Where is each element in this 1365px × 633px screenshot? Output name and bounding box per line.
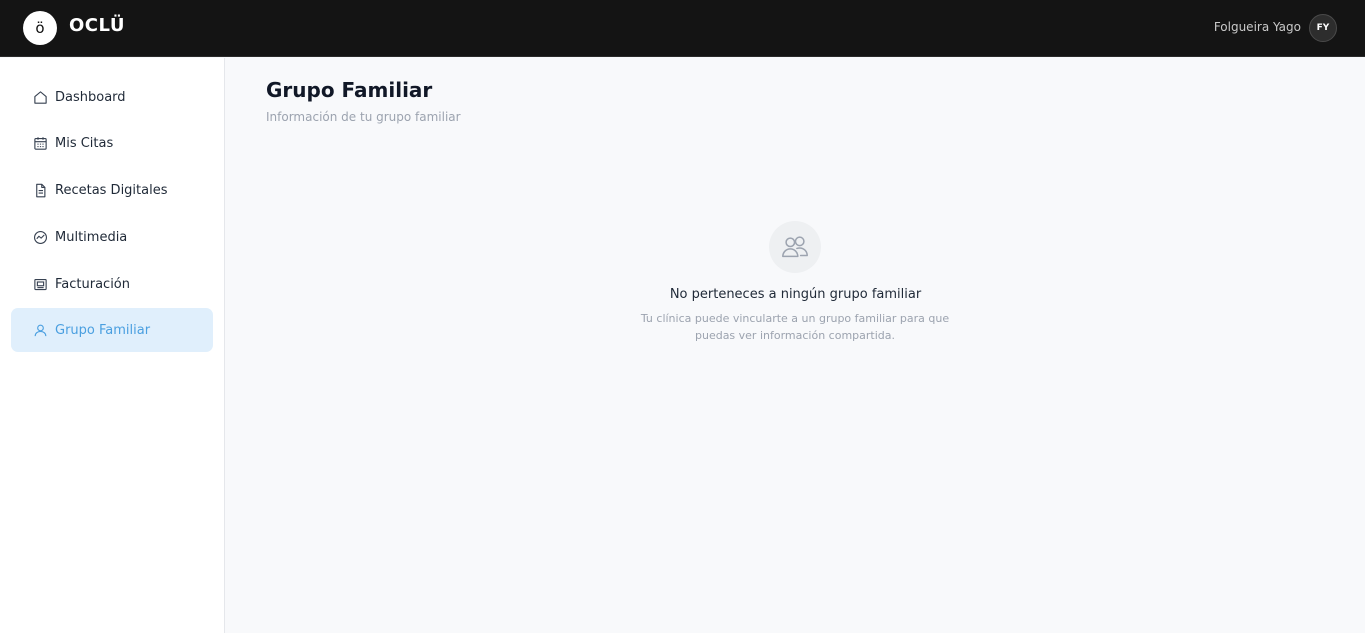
sidebar-item-mis-citas[interactable]: Mis Citas: [11, 121, 213, 165]
empty-state-title: No perteneces a ningún grupo familiar: [669, 287, 922, 302]
logo-glyph: ö: [35, 19, 45, 37]
empty-state-description: Tu clínica puede vincularte a un grupo f…: [640, 312, 950, 342]
avatar[interactable]: FY: [1309, 14, 1337, 42]
sidebar-item-label: Facturación: [55, 276, 130, 292]
top-bar: ö OCLÜ Folgueira Yago FY: [0, 0, 1365, 57]
user-name: Folgueira Yago: [1213, 20, 1301, 34]
calendar-icon: [32, 135, 48, 151]
avatar-initials: FY: [1316, 23, 1330, 33]
home-icon: [32, 89, 48, 105]
sidebar-item-facturacion[interactable]: Facturación: [11, 262, 213, 306]
sidebar-item-dashboard[interactable]: Dashboard: [11, 75, 213, 119]
sidebar-item-label: Recetas Digitales: [55, 182, 168, 198]
sidebar-item-label: Dashboard: [55, 89, 126, 105]
chart-circle-icon: [32, 229, 48, 245]
sidebar-item-recetas-digitales[interactable]: Recetas Digitales: [11, 168, 213, 212]
document-icon: [32, 182, 48, 198]
page-title: Grupo Familiar: [266, 78, 433, 102]
sidebar-item-multimedia[interactable]: Multimedia: [11, 215, 213, 259]
sidebar-item-label: Grupo Familiar: [55, 322, 151, 338]
sidebar-item-label: Mis Citas: [55, 135, 114, 151]
logo[interactable]: ö: [23, 11, 57, 45]
sidebar: Dashboard Mis Citas Recetas Digitales Mu…: [0, 58, 225, 633]
sidebar-item-grupo-familiar[interactable]: Grupo Familiar: [11, 308, 213, 352]
brand-name[interactable]: OCLÜ: [69, 15, 125, 36]
page-subtitle: Información de tu grupo familiar: [266, 110, 461, 124]
sidebar-item-label: Multimedia: [55, 229, 128, 245]
invoice-icon: [32, 276, 48, 292]
main-content: Grupo Familiar Información de tu grupo f…: [226, 58, 1365, 633]
user-icon: [32, 322, 48, 338]
users-icon: [769, 221, 821, 273]
